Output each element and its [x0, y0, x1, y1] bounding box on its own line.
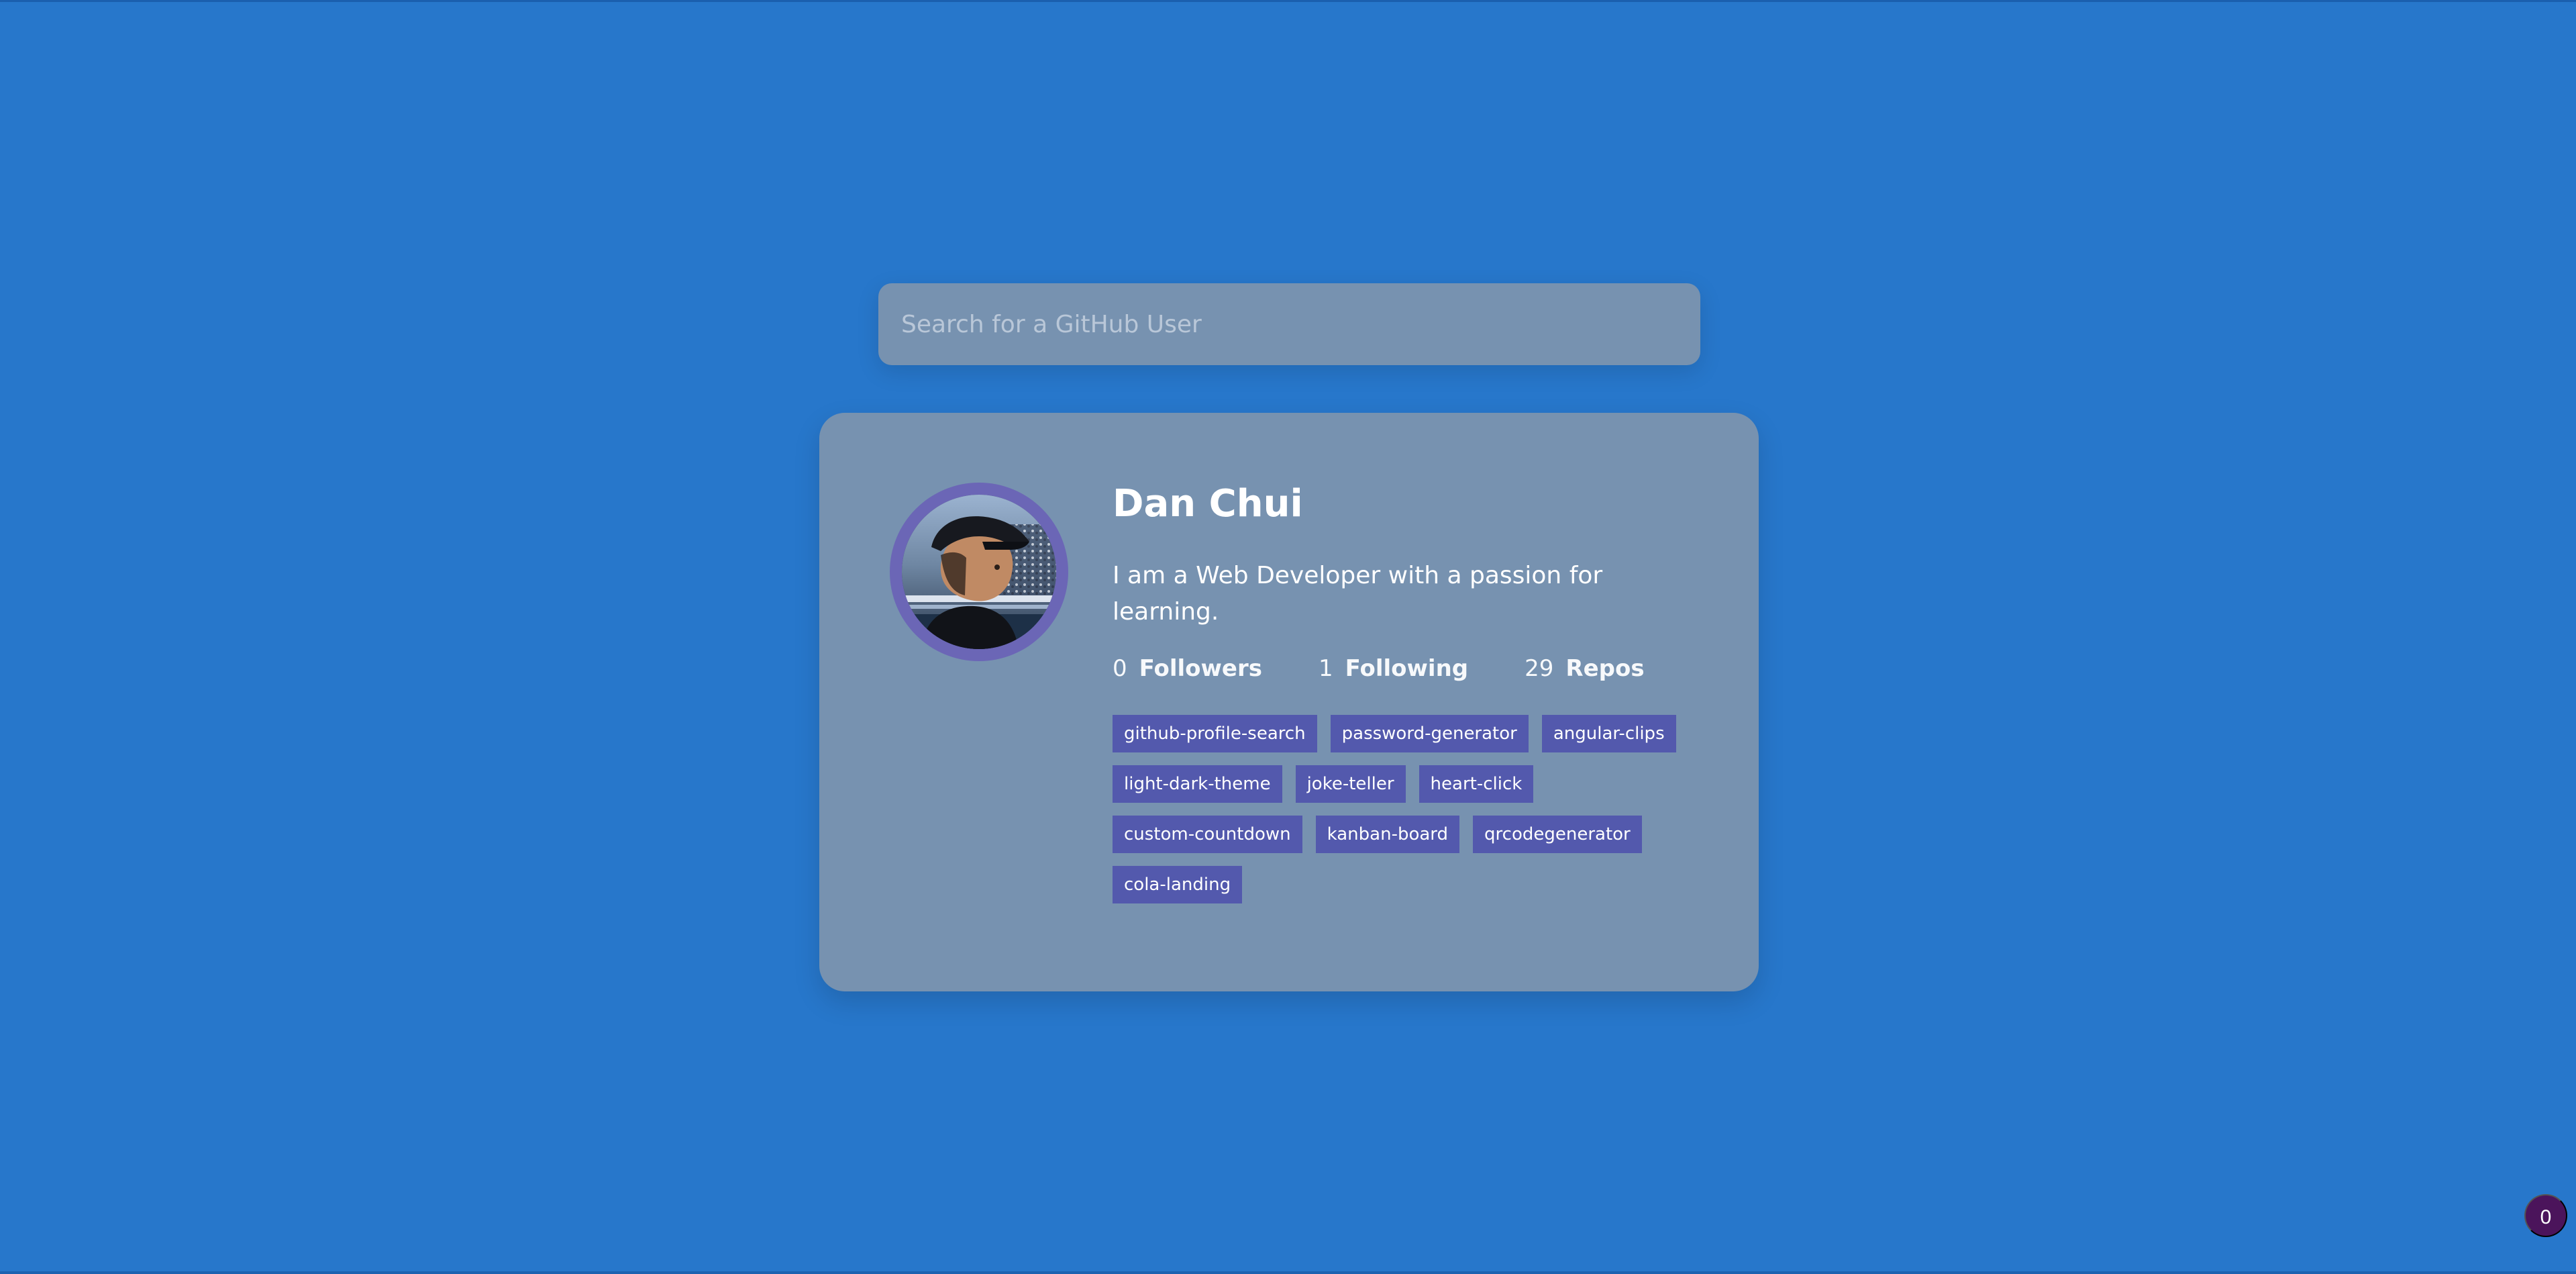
profile-card: Dan Chui I am a Web Developer with a pas…	[819, 413, 1759, 991]
notification-badge[interactable]: 0	[2524, 1194, 2567, 1237]
repo-link-kanban-board[interactable]: kanban-board	[1315, 816, 1460, 853]
bottom-edge-divider	[0, 1271, 2576, 1274]
top-edge-divider	[0, 0, 2576, 2]
followers-label: Followers	[1139, 655, 1262, 682]
repo-link-qrcodegenerator[interactable]: qrcodegenerator	[1473, 816, 1642, 853]
search-form	[878, 283, 1700, 365]
search-input[interactable]	[878, 283, 1700, 365]
repos-stat: 29 Repos	[1525, 653, 1644, 684]
user-info: Dan Chui I am a Web Developer with a pas…	[1113, 480, 1716, 903]
followers-count: 0	[1113, 655, 1127, 682]
repos-count: 29	[1525, 655, 1554, 682]
avatar-ring	[890, 483, 1068, 661]
followers-stat: 0 Followers	[1113, 653, 1262, 684]
repo-link-cola-landing[interactable]: cola-landing	[1113, 866, 1243, 903]
repos-label: Repos	[1565, 655, 1645, 682]
user-name: Dan Chui	[1113, 482, 1303, 526]
user-stats: 0 Followers 1 Following 29 Repos	[1113, 653, 1716, 684]
repo-link-angular-clips[interactable]: angular-clips	[1541, 715, 1676, 752]
repo-link-github-profile-search[interactable]: github-profile-search	[1113, 715, 1317, 752]
repo-link-heart-click[interactable]: heart-click	[1419, 765, 1534, 803]
repo-link-custom-countdown[interactable]: custom-countdown	[1113, 816, 1302, 853]
following-count: 1	[1319, 655, 1333, 682]
user-bio: I am a Web Developer with a passion for …	[1113, 562, 1603, 626]
repo-link-password-generator[interactable]: password-generator	[1330, 715, 1529, 752]
following-stat: 1 Following	[1319, 653, 1468, 684]
repo-list: github-profile-search password-generator…	[1113, 715, 1703, 903]
following-label: Following	[1345, 655, 1469, 682]
avatar	[902, 495, 1056, 649]
repo-link-joke-teller[interactable]: joke-teller	[1295, 765, 1406, 803]
repo-link-light-dark-theme[interactable]: light-dark-theme	[1113, 765, 1282, 803]
